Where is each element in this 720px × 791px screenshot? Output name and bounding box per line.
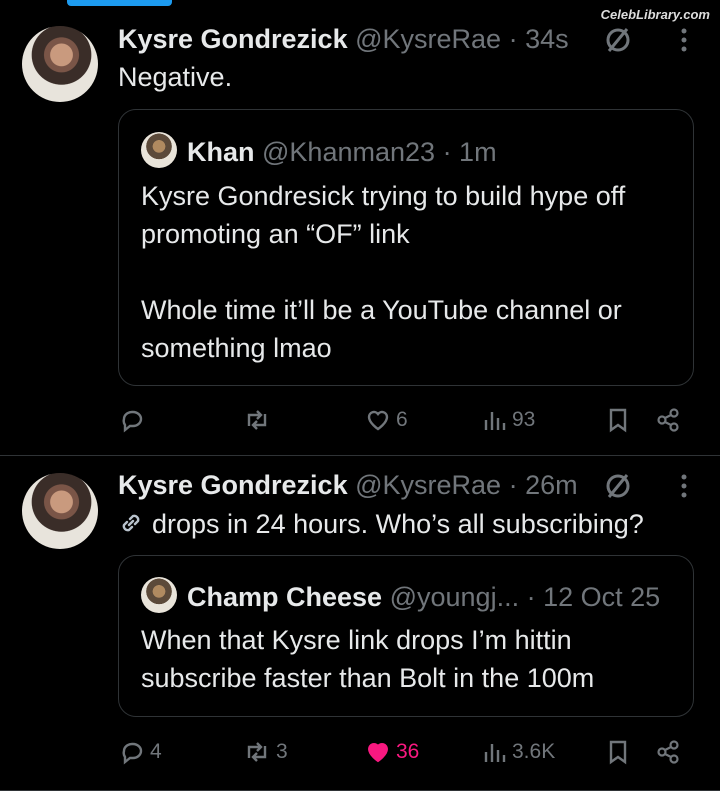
quote-text: When that Kysre link drops I’m hittin su… <box>141 621 681 697</box>
share-button[interactable] <box>654 737 682 767</box>
quote-avatar <box>141 577 177 613</box>
quote-line <box>141 253 681 291</box>
bookmark-icon <box>609 408 627 433</box>
share-button[interactable] <box>654 405 682 435</box>
quote-author-handle: @youngj... <box>389 582 520 612</box>
action-bar: 6 93 <box>0 405 720 435</box>
avatar[interactable] <box>22 26 98 102</box>
views-icon <box>484 744 506 762</box>
repost-icon <box>247 410 267 430</box>
like-count: 6 <box>396 408 408 431</box>
repost-button[interactable]: 3 <box>242 737 288 767</box>
quote-line: Kysre Gondresick trying to build hype of… <box>141 181 626 211</box>
timestamp[interactable]: · 26m <box>509 470 578 500</box>
grok-icon[interactable] <box>604 472 632 500</box>
reply-button[interactable]: 4 <box>118 737 162 767</box>
bookmark-button[interactable] <box>604 405 632 435</box>
timestamp[interactable]: · 34s <box>509 24 569 54</box>
tweet-text-row: drops in 24 hours. Who’s all subscribing… <box>118 509 644 540</box>
quote-line: When that Kysre link drops I’m hittin <box>141 625 572 655</box>
like-count: 36 <box>396 740 420 763</box>
share-icon <box>657 740 679 764</box>
quote-text: Kysre Gondresick trying to build hype of… <box>141 177 681 367</box>
bookmark-icon <box>609 740 627 765</box>
author-handle[interactable]: @KysreRae <box>355 24 501 54</box>
grok-icon[interactable] <box>604 26 632 54</box>
quote-avatar <box>141 132 177 168</box>
author-handle[interactable]: @KysreRae <box>355 470 501 500</box>
view-count: 93 <box>512 408 536 431</box>
reply-count: 4 <box>150 740 162 763</box>
heart-icon <box>367 743 389 763</box>
more-icon[interactable] <box>681 474 687 498</box>
tweet-text: drops in 24 hours. Who’s all subscribing… <box>152 509 644 539</box>
quote-header: Khan @Khanman23 · 1m <box>141 132 679 168</box>
quote-author-handle: @Khanman23 <box>262 137 436 167</box>
quote-line: Whole time it’ll be a YouTube channel or <box>141 295 622 325</box>
tweet[interactable]: Kysre Gondrezick @KysreRae · 34s Negativ… <box>0 0 720 456</box>
views-button[interactable]: 93 <box>482 405 535 435</box>
avatar[interactable] <box>22 473 98 549</box>
reply-button[interactable] <box>118 405 150 435</box>
quote-header: Champ Cheese @youngj... · 12 Oct 25 <box>141 577 679 613</box>
tweet[interactable]: Kysre Gondrezick @KysreRae · 26m drops i… <box>0 456 720 791</box>
share-icon <box>657 408 679 432</box>
quoted-tweet[interactable]: Champ Cheese @youngj... · 12 Oct 25 When… <box>118 555 694 717</box>
tweet-header: Kysre Gondrezick @KysreRae · 34s <box>118 24 690 55</box>
tweet-text: Negative. <box>118 62 233 92</box>
quote-line: something lmao <box>141 333 332 363</box>
bookmark-button[interactable] <box>604 737 632 767</box>
quote-line: promoting an “OF” link <box>141 219 410 249</box>
heart-icon <box>367 410 389 431</box>
author-name[interactable]: Kysre Gondrezick <box>118 24 348 54</box>
repost-count: 3 <box>276 740 288 763</box>
action-bar: 4 3 36 3.6K <box>0 737 720 767</box>
like-button[interactable]: 36 <box>364 737 419 767</box>
like-button[interactable]: 6 <box>364 405 408 435</box>
views-button[interactable]: 3.6K <box>482 737 555 767</box>
quoted-tweet[interactable]: Khan @Khanman23 · 1m Kysre Gondresick tr… <box>118 109 694 386</box>
view-count: 3.6K <box>512 740 556 763</box>
quote-author-name: Khan <box>187 137 255 167</box>
quote-timestamp: · 12 Oct 25 <box>526 582 661 612</box>
quote-timestamp: · 1m <box>442 137 497 167</box>
repost-icon <box>247 742 267 762</box>
reply-icon <box>122 742 143 765</box>
reply-icon <box>122 410 143 433</box>
repost-button[interactable] <box>242 405 276 435</box>
views-icon <box>484 412 506 430</box>
link-icon <box>122 514 140 532</box>
tweet-header: Kysre Gondrezick @KysreRae · 26m <box>118 470 690 501</box>
quote-author-name: Champ Cheese <box>187 582 383 612</box>
author-name[interactable]: Kysre Gondrezick <box>118 470 348 500</box>
more-icon[interactable] <box>681 28 687 52</box>
quote-line: subscribe faster than Bolt in the 100m <box>141 663 595 693</box>
